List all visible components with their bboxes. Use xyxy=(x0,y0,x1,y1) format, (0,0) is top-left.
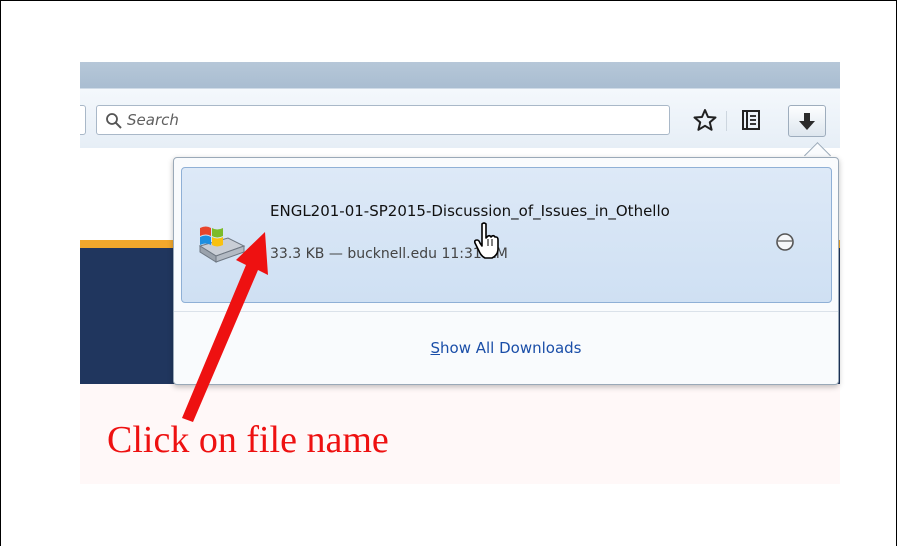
downloads-button[interactable] xyxy=(788,105,826,137)
download-item[interactable]: ENGL201-01-SP2015-Discussion_of_Issues_i… xyxy=(181,167,832,303)
open-folder-circle-icon[interactable] xyxy=(775,232,795,252)
reading-list-icon[interactable] xyxy=(738,107,764,133)
download-arrow-icon xyxy=(799,113,815,130)
panel-divider xyxy=(174,311,838,312)
show-all-accesskey: S xyxy=(430,339,441,357)
navigation-toolbar xyxy=(80,88,840,149)
url-bar[interactable] xyxy=(80,105,86,135)
hand-cursor-icon xyxy=(474,222,499,259)
search-icon xyxy=(106,113,122,129)
search-input[interactable] xyxy=(127,110,647,130)
bookmark-star-icon[interactable] xyxy=(692,107,718,133)
downloads-panel: ENGL201-01-SP2015-Discussion_of_Issues_i… xyxy=(173,157,839,385)
annotation-text: Click on file name xyxy=(107,419,389,461)
tab-strip xyxy=(80,62,840,88)
show-all-label: how All Downloads xyxy=(440,339,582,357)
show-all-downloads-link[interactable]: Show All Downloads xyxy=(174,339,838,357)
windows-file-icon xyxy=(198,226,246,263)
details-separator: — xyxy=(328,246,343,262)
download-size: 33.3 KB xyxy=(270,246,325,262)
download-file-name[interactable]: ENGL201-01-SP2015-Discussion_of_Issues_i… xyxy=(270,202,670,220)
download-source: bucknell.edu xyxy=(347,246,437,262)
toolbar-separator xyxy=(726,111,727,131)
search-box[interactable] xyxy=(96,105,670,135)
download-details: 33.3 KB — bucknell.edu 11:31 AM xyxy=(270,246,508,262)
